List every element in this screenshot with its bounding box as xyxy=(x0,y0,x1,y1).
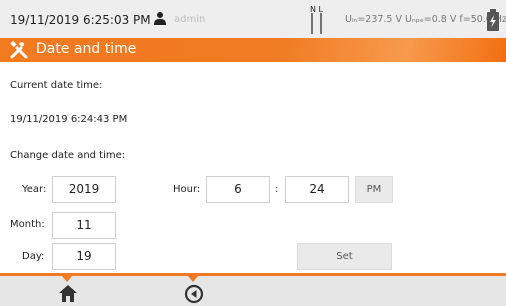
tools-icon xyxy=(10,41,28,59)
year-field[interactable]: 2019 xyxy=(52,176,116,203)
year-label: Year: xyxy=(22,184,47,195)
ampm-button[interactable]: PM xyxy=(355,176,393,203)
home-icon[interactable] xyxy=(58,283,78,303)
title-bar: Date and time xyxy=(0,38,506,62)
current-datetime-value: 19/11/2019 6:24:43 PM xyxy=(10,114,128,125)
page-title: Date and time xyxy=(36,41,137,57)
hour-field[interactable]: 6 xyxy=(206,176,270,203)
hour-label: Hour: xyxy=(173,184,201,195)
month-label: Month: xyxy=(10,219,45,230)
status-datetime: 19/11/2019 6:25:03 PM xyxy=(10,13,151,27)
user-icon xyxy=(154,12,166,25)
status-measurements: Uₗₙ=237.5 V Uₙₚₑ=0.8 V f=50.0 Hz xyxy=(345,14,506,25)
current-datetime-label: Current date time: xyxy=(10,80,103,91)
status-username: admin xyxy=(174,14,206,25)
minute-field[interactable]: 24 xyxy=(285,176,349,203)
day-field[interactable]: 19 xyxy=(52,243,116,270)
day-label: Day: xyxy=(22,251,45,262)
plug-icon: N L xyxy=(310,5,324,34)
month-field[interactable]: 11 xyxy=(52,212,116,239)
plug-labels: N L xyxy=(310,5,324,14)
back-icon[interactable] xyxy=(184,284,204,304)
back-notch xyxy=(188,276,198,282)
time-separator: : xyxy=(275,184,279,195)
change-datetime-label: Change date and time: xyxy=(10,150,126,161)
status-bar: 19/11/2019 6:25:03 PM admin N L Uₗₙ=237.… xyxy=(0,0,506,38)
set-button[interactable]: Set xyxy=(297,243,392,270)
battery-icon xyxy=(487,9,499,31)
home-notch xyxy=(62,276,72,282)
